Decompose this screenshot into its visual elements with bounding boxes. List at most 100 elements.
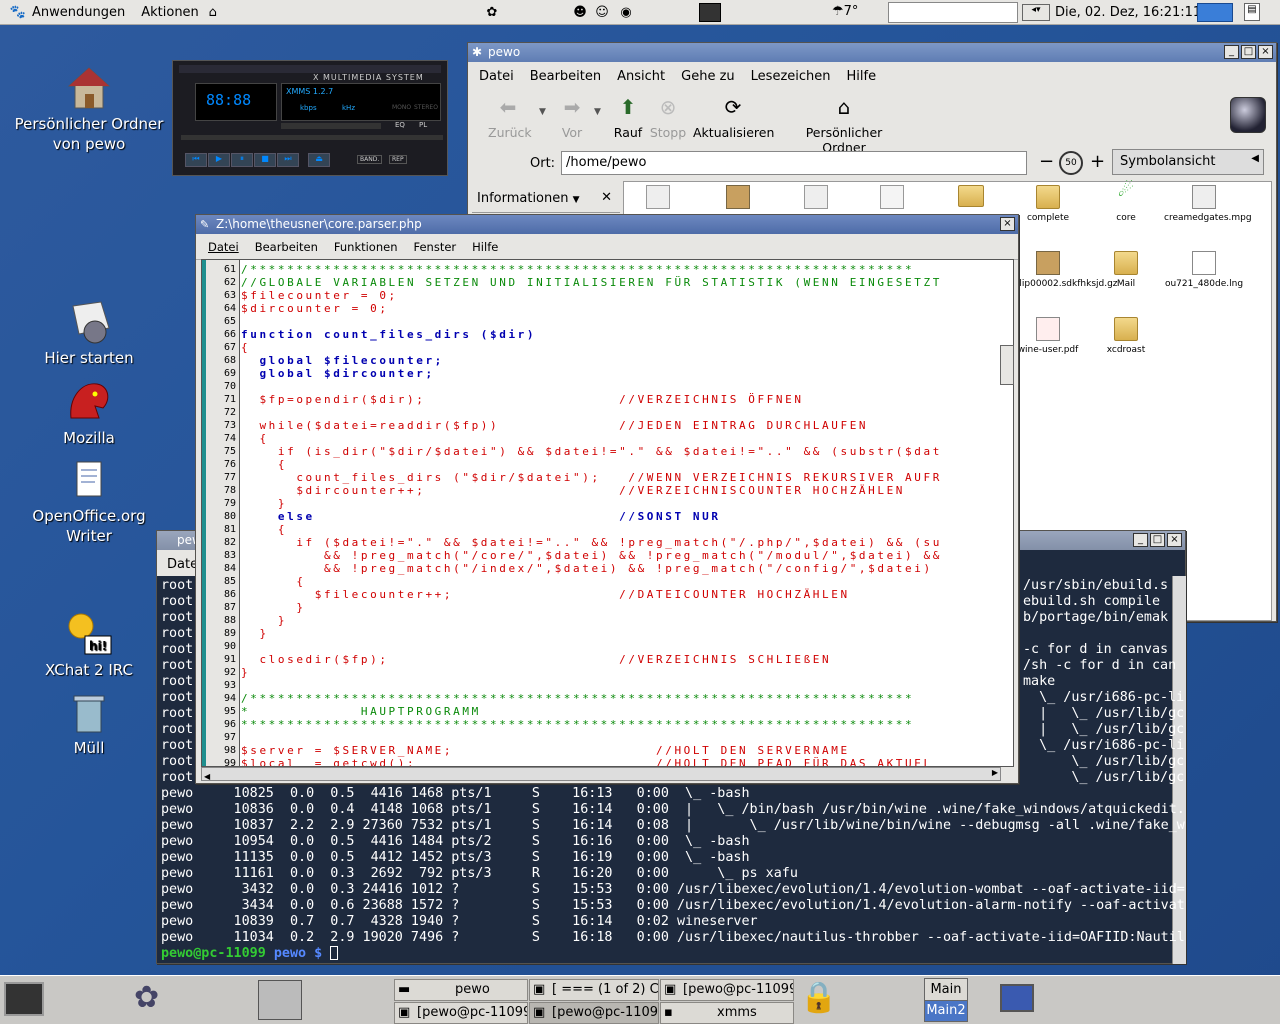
back-history-icon[interactable]: ▼ <box>539 107 546 117</box>
back-button[interactable]: ⬅ Zurück <box>488 95 532 140</box>
view-selector[interactable]: Symbolansicht ◀ <box>1112 149 1264 175</box>
xchat-launcher-icon[interactable]: ☺ <box>592 2 612 22</box>
xmms-seek-bar[interactable] <box>181 135 443 140</box>
minimize-icon[interactable]: _ <box>1133 533 1148 547</box>
gnome-launcher-icon[interactable]: ✿ <box>482 2 502 22</box>
actions-menu[interactable]: Aktionen ⌂ <box>133 0 231 25</box>
file-mail[interactable]: Mail <box>1086 251 1166 290</box>
reload-button[interactable]: ⟳ Aktualisieren <box>693 95 774 140</box>
file-wine-user[interactable]: wine-user.pdf <box>1008 317 1088 356</box>
file-xcdroast[interactable]: xcdroast <box>1086 317 1166 356</box>
screensaver-icon[interactable] <box>1000 984 1034 1012</box>
home-launcher-icon[interactable]: ⌂ <box>203 2 223 22</box>
xmms-band-button[interactable]: BAND. <box>357 155 383 164</box>
editor-menu-datei[interactable]: Datei <box>200 240 247 254</box>
maximize-icon[interactable]: □ <box>1150 533 1165 547</box>
close-icon[interactable]: × <box>1000 217 1015 231</box>
location-field[interactable]: /home/pewo <box>561 151 1027 175</box>
zoom-level[interactable]: 50 <box>1059 151 1083 175</box>
file-core[interactable]: ☄ core <box>1086 182 1166 224</box>
screenshot-camera-icon[interactable] <box>258 980 302 1020</box>
window-menu-icon[interactable]: ✱ <box>472 43 482 62</box>
terminal-launcher-icon[interactable] <box>699 3 721 22</box>
menu-ansicht[interactable]: Ansicht <box>609 69 673 84</box>
gnome-logo-icon[interactable]: ✿ <box>134 980 159 1015</box>
xmms-pl-button[interactable]: PL <box>419 121 427 129</box>
editor-menu-funktionen[interactable]: Funktionen <box>326 240 406 254</box>
desktop-home-folder[interactable]: Persönlicher Ordner von pewo <box>14 64 164 154</box>
clock[interactable]: Die, 02. Dez, 16:21:11 <box>1055 5 1201 20</box>
close-icon[interactable]: × <box>1167 533 1182 547</box>
prev-icon[interactable]: ⏮ <box>185 153 207 167</box>
desktop-mozilla[interactable]: Mozilla <box>14 378 164 448</box>
maximize-icon[interactable]: □ <box>1241 45 1256 59</box>
eject-icon[interactable]: ⏏ <box>308 153 330 167</box>
editor-hscrollbar[interactable]: ◀ ▶ <box>201 767 1001 781</box>
workspace-switcher[interactable] <box>1197 3 1233 22</box>
terminal-prompt[interactable]: pewo@pc-11099 pewo $ <box>161 946 339 962</box>
editor-titlebar[interactable]: ✎ Z:\home\theusner\core.parser.php × <box>196 215 1018 234</box>
file-icon-3[interactable] <box>804 185 828 209</box>
desktop-openoffice-writer[interactable]: OpenOffice.org Writer <box>14 456 164 546</box>
menu-datei[interactable]: Datei <box>471 69 522 84</box>
stop-icon[interactable]: ■ <box>254 153 276 167</box>
show-desktop-icon[interactable] <box>4 982 44 1016</box>
xmms-volume-slider[interactable] <box>281 123 381 129</box>
lock-screen-icon[interactable]: 🔒 <box>800 980 837 1015</box>
weather-applet[interactable]: ☂7° <box>832 4 858 19</box>
xmms-eq-button[interactable]: EQ <box>395 121 405 129</box>
up-button[interactable]: ⬆ Rauf <box>613 95 643 140</box>
code-area[interactable]: /***************************************… <box>239 259 1014 767</box>
desktop-trash[interactable]: Müll <box>14 688 164 758</box>
minimize-icon[interactable]: _ <box>1224 45 1239 59</box>
desktop-start-here[interactable]: Hier starten <box>14 298 164 368</box>
editor-menu-fenster[interactable]: Fenster <box>406 240 465 254</box>
forward-button[interactable]: ➡ Vor <box>558 95 586 140</box>
nautilus-titlebar[interactable]: ✱ pewo _ □ × <box>468 43 1276 62</box>
command-entry[interactable] <box>888 2 1018 23</box>
scroll-right-icon[interactable]: ▶ <box>992 768 998 777</box>
command-arrows-icon[interactable]: ◂▾ <box>1022 4 1050 21</box>
editor-vscroll-thumb[interactable] <box>1000 345 1014 385</box>
play-icon[interactable]: ▶ <box>208 153 230 167</box>
task-term1[interactable]: ▣ [pewo@pc-11099:~ <box>660 979 794 1001</box>
stop-button[interactable]: ⊗ Stopp <box>648 95 688 140</box>
workspace-pager[interactable]: Main Main2 <box>924 978 968 1022</box>
applications-menu[interactable]: 🐾 Anwendungen <box>0 0 133 25</box>
zoom-out-icon[interactable]: − <box>1039 151 1054 172</box>
gaim-icon[interactable]: ☻ <box>570 2 590 22</box>
editor-menu-bearbeiten[interactable]: Bearbeiten <box>247 240 326 254</box>
task-term3[interactable]: ▣ [pewo@pc-11099:~ <box>529 1002 659 1024</box>
close-icon[interactable]: × <box>1258 45 1273 59</box>
terminal-menu-datei[interactable]: Date <box>167 557 198 572</box>
workspace-main2[interactable]: Main2 <box>925 1001 967 1021</box>
task-xmms[interactable]: ▪ xmms <box>660 1002 794 1024</box>
folder-icon-5[interactable] <box>958 185 984 207</box>
next-icon[interactable]: ⏭ <box>277 153 299 167</box>
editor-menu-hilfe[interactable]: Hilfe <box>464 240 506 254</box>
file-gulip[interactable]: gulip00002.sdkfhksjd.gz <box>1008 251 1118 290</box>
forward-history-icon[interactable]: ▼ <box>594 107 601 117</box>
menu-hilfe[interactable]: Hilfe <box>839 69 885 84</box>
task-term2[interactable]: ▣ [pewo@pc-11099:/l <box>394 1002 528 1024</box>
task-nautilus[interactable]: ▬ pewo <box>394 979 528 1001</box>
sidebar-close-icon[interactable]: ✕ <box>601 190 612 205</box>
xmms-titlebar[interactable] <box>179 65 441 73</box>
desktop-xchat[interactable]: hi! XChat 2 IRC <box>14 610 164 680</box>
sidebar-header[interactable]: Informationen ▼ ✕ <box>472 187 620 213</box>
menu-gehe-zu[interactable]: Gehe zu <box>673 69 743 84</box>
pause-icon[interactable]: ⏸ <box>231 153 253 167</box>
clock-app-icon[interactable]: ◉ <box>616 2 636 22</box>
file-creamedgates[interactable]: creamedgates.mpg <box>1164 185 1252 224</box>
menu-bearbeiten[interactable]: Bearbeiten <box>522 69 609 84</box>
scroll-left-icon[interactable]: ◀ <box>204 772 210 781</box>
home-button[interactable]: ⌂ Persönlicher Ordner <box>784 95 904 155</box>
zoom-in-icon[interactable]: + <box>1090 151 1105 172</box>
file-icon-4[interactable] <box>880 185 904 209</box>
xmms-rep-button[interactable]: REP <box>389 155 407 164</box>
menu-lesezeichen[interactable]: Lesezeichen <box>743 69 839 84</box>
workspace-main[interactable]: Main <box>925 979 967 1001</box>
file-ou721[interactable]: ou721_480de.lng <box>1164 251 1244 290</box>
file-icon-2[interactable] <box>726 185 750 209</box>
file-icon-1[interactable] <box>646 185 670 209</box>
